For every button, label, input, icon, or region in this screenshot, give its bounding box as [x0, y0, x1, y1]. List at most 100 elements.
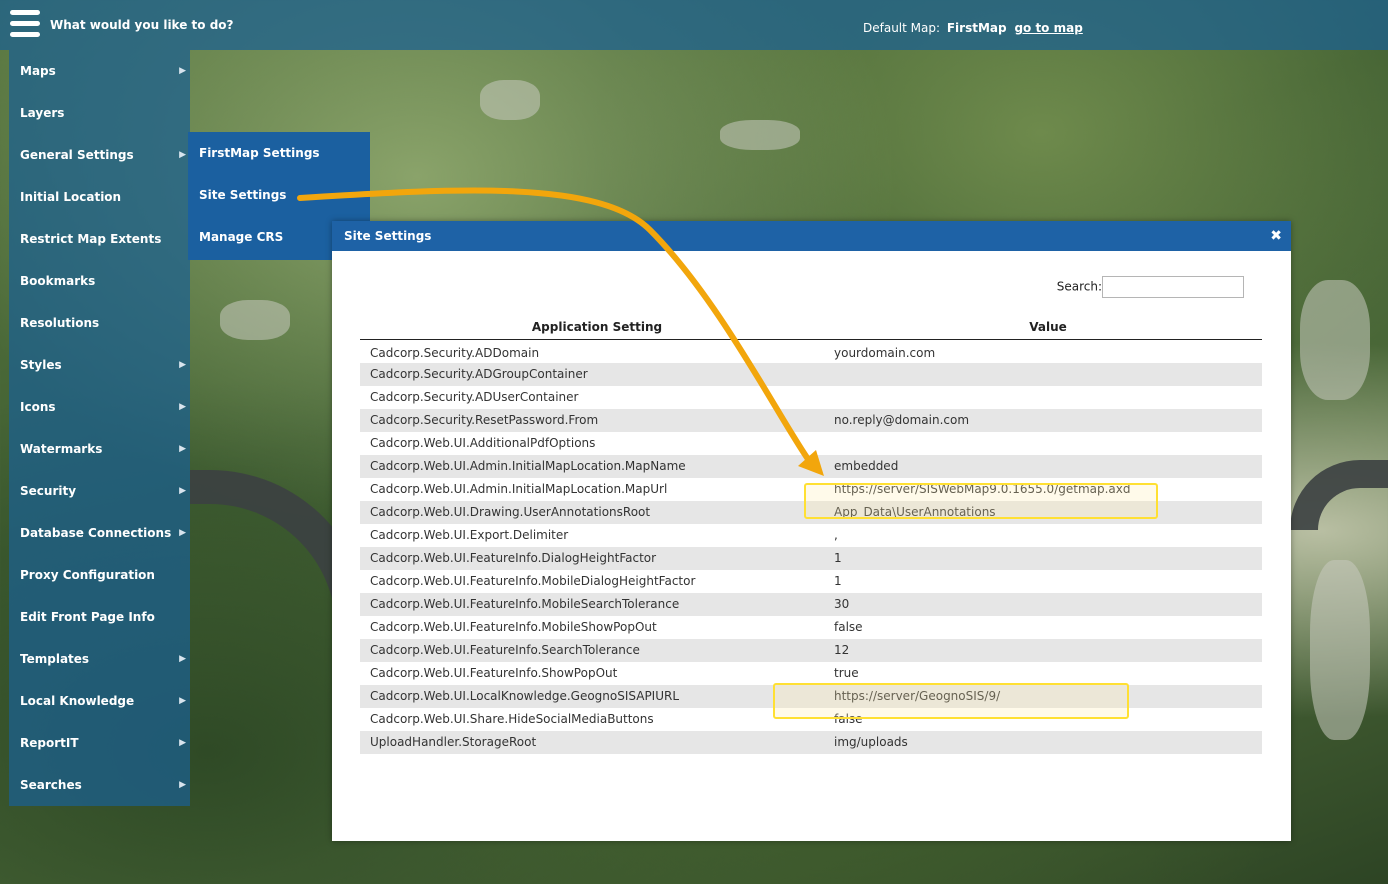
table-row: Cadcorp.Web.UI.Admin.InitialMapLocation.… — [360, 454, 1262, 478]
sidebar-item-label: Templates — [20, 652, 90, 666]
sidebar-item-proxy-configuration[interactable]: Proxy Configuration — [9, 554, 190, 596]
column-header-setting[interactable]: Application Setting — [360, 315, 834, 340]
admin-sidebar: Maps ▶ Layers General Settings ▶ Initial Loca… — [9, 50, 190, 806]
sidebar-item-label: Local Knowledge — [20, 694, 135, 708]
sidebar-item-label: Initial Location — [20, 190, 122, 204]
setting-value-cell[interactable]: , — [834, 524, 1262, 547]
setting-value-cell[interactable]: 30 — [834, 593, 1262, 616]
setting-value-cell[interactable]: true — [834, 662, 1262, 685]
site-settings-dialog: Site Settings ✖ Search: Application Sett… — [332, 221, 1291, 841]
chevron-right-icon: ▶ — [179, 66, 186, 76]
top-bar: What would you like to do? Default Map: … — [0, 0, 1388, 50]
sidebar-item-watermarks[interactable]: Watermarks ▶ — [9, 428, 190, 470]
setting-value-cell[interactable]: yourdomain.com — [834, 340, 1262, 363]
table-row: Cadcorp.Security.ResetPassword.From no.re… — [360, 408, 1262, 432]
sidebar-item-templates[interactable]: Templates ▶ — [9, 638, 190, 680]
chevron-right-icon: ▶ — [179, 402, 186, 412]
sidebar-item-label: Styles — [20, 358, 62, 372]
setting-value-cell[interactable]: 1 — [834, 570, 1262, 593]
table-row: Cadcorp.Security.ADDomain yourdomain.com — [360, 340, 1262, 363]
submenu-item-site-settings[interactable]: Site Settings — [188, 174, 370, 216]
sidebar-item-label: General Settings — [20, 148, 134, 162]
setting-name-cell: Cadcorp.Web.UI.FeatureInfo.MobileSearchT… — [370, 597, 680, 611]
sidebar-item-label: Searches — [20, 778, 82, 792]
sidebar-item-label: Layers — [20, 106, 65, 120]
default-map-name: FirstMap — [946, 21, 1007, 35]
search-label: Search: — [1056, 279, 1102, 294]
sidebar-item-label: Watermarks — [20, 442, 103, 456]
table-row: UploadHandler.StorageRoot img/uploads — [360, 730, 1262, 754]
top-prompt: What would you like to do? — [50, 18, 234, 32]
setting-name-cell: Cadcorp.Security.ResetPassword.From — [370, 413, 599, 427]
chevron-right-icon: ▶ — [179, 150, 186, 160]
sidebar-item-searches[interactable]: Searches ▶ — [9, 764, 190, 806]
setting-name-cell: Cadcorp.Web.UI.FeatureInfo.DialogHeightF… — [370, 551, 657, 565]
highlight-geognosis-url — [773, 683, 1129, 719]
go-to-map-link[interactable]: go to map — [1014, 21, 1082, 35]
setting-value-cell[interactable]: no.reply@domain.com — [834, 409, 1262, 432]
submenu-item-firstmap-settings[interactable]: FirstMap Settings — [188, 132, 370, 174]
setting-value-cell[interactable]: false — [834, 616, 1262, 639]
chevron-right-icon: ▶ — [179, 528, 186, 538]
setting-name-cell: Cadcorp.Web.UI.FeatureInfo.ShowPopOut — [370, 666, 618, 680]
sidebar-item-local-knowledge[interactable]: Local Knowledge ▶ — [9, 680, 190, 722]
sidebar-item-label: Security — [20, 484, 77, 498]
table-row: Cadcorp.Web.UI.FeatureInfo.DialogHeightF… — [360, 546, 1262, 570]
setting-name-cell: Cadcorp.Security.ADUserContainer — [370, 390, 579, 404]
sidebar-item-reportit[interactable]: ReportIT ▶ — [9, 722, 190, 764]
table-row: Cadcorp.Web.UI.FeatureInfo.MobileShowPop… — [360, 616, 1262, 639]
sidebar-item-icons[interactable]: Icons ▶ — [9, 386, 190, 428]
setting-value-cell[interactable]: 12 — [834, 639, 1262, 662]
sidebar-item-general-settings[interactable]: General Settings ▶ — [9, 134, 190, 176]
setting-value-cell[interactable] — [834, 432, 1262, 455]
setting-name-cell: Cadcorp.Web.UI.Share.HideSocialMediaButt… — [370, 712, 654, 726]
table-row: Cadcorp.Web.UI.Export.Delimiter, — [360, 524, 1262, 547]
setting-name-cell: Cadcorp.Web.UI.FeatureInfo.MobileShowPop… — [370, 620, 657, 634]
chevron-right-icon: ▶ — [179, 696, 186, 706]
sidebar-item-label: Database Connections — [20, 526, 172, 540]
setting-name-cell: Cadcorp.Web.UI.Export.Delimiter — [370, 528, 569, 542]
setting-value-cell[interactable] — [834, 363, 1262, 386]
background-road — [1290, 460, 1388, 530]
sidebar-item-label: Proxy Configuration — [20, 568, 155, 582]
search-input[interactable] — [1102, 276, 1244, 298]
setting-name-cell: Cadcorp.Web.UI.Admin.InitialMapLocation.… — [370, 482, 668, 496]
setting-name-cell: Cadcorp.Web.UI.LocalKnowledge.GeognoSISA… — [370, 689, 680, 703]
column-header-value[interactable]: Value — [834, 315, 1262, 340]
background-rock — [480, 80, 540, 120]
table-row: Cadcorp.Security.ADUserContainer — [360, 386, 1262, 409]
sidebar-item-label: Icons — [20, 400, 56, 414]
setting-name-cell: Cadcorp.Security.ADGroupContainer — [370, 367, 588, 381]
table-row: Cadcorp.Security.ADGroupContainer — [360, 362, 1262, 386]
setting-value-cell[interactable]: embedded — [834, 455, 1262, 478]
sidebar-item-security[interactable]: Security ▶ — [9, 470, 190, 512]
setting-value-cell[interactable]: 1 — [834, 547, 1262, 570]
setting-name-cell: Cadcorp.Security.ADDomain — [370, 346, 540, 361]
sidebar-item-styles[interactable]: Styles ▶ — [9, 344, 190, 386]
dialog-title: Site Settings — [344, 229, 432, 243]
setting-value-cell[interactable]: img/uploads — [834, 731, 1262, 754]
setting-value-cell[interactable] — [834, 386, 1262, 409]
table-row: Cadcorp.Web.UI.FeatureInfo.MobileDialogH… — [360, 570, 1262, 593]
table-row: Cadcorp.Web.UI.FeatureInfo.SearchToleran… — [360, 638, 1262, 662]
sidebar-item-database-connections[interactable]: Database Connections ▶ — [9, 512, 190, 554]
background-rock — [220, 300, 290, 340]
dialog-header: Site Settings ✖ — [332, 221, 1291, 251]
chevron-right-icon: ▶ — [179, 486, 186, 496]
sidebar-item-bookmarks[interactable]: Bookmarks — [9, 260, 190, 302]
sidebar-item-initial-location[interactable]: Initial Location — [9, 176, 190, 218]
close-icon[interactable]: ✖ — [1270, 221, 1282, 251]
sidebar-item-layers[interactable]: Layers — [9, 92, 190, 134]
background-rock — [720, 120, 800, 150]
hamburger-menu-icon[interactable] — [10, 10, 40, 40]
setting-name-cell: Cadcorp.Web.UI.Admin.InitialMapLocation.… — [370, 459, 686, 473]
sidebar-item-maps[interactable]: Maps ▶ — [9, 50, 190, 92]
sidebar-item-restrict-map-extents[interactable]: Restrict Map Extents — [9, 218, 190, 260]
table-row: Cadcorp.Web.UI.AdditionalPdfOptions — [360, 432, 1262, 455]
highlight-mapurl — [804, 483, 1158, 519]
sidebar-item-resolutions[interactable]: Resolutions — [9, 302, 190, 344]
chevron-right-icon: ▶ — [179, 780, 186, 790]
background-rock — [1300, 280, 1370, 400]
sidebar-item-label: Edit Front Page Info — [20, 610, 155, 624]
sidebar-item-edit-front-page-info[interactable]: Edit Front Page Info — [9, 596, 190, 638]
